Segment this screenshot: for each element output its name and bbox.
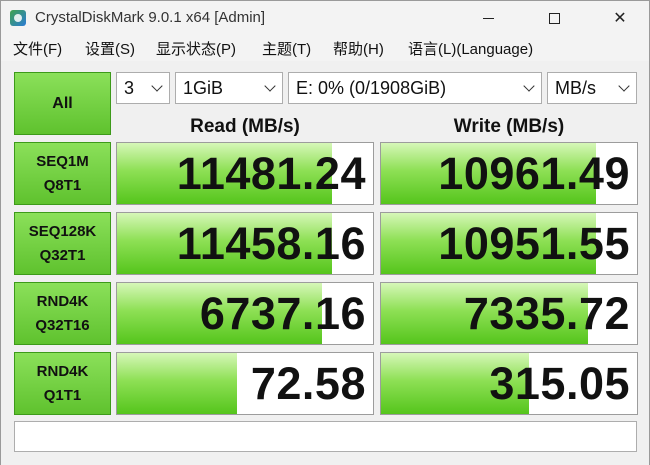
write-header: Write (MB/s) [453,116,565,137]
comment-field[interactable] [14,421,637,452]
drive-value: E: 0% (0/1908GiB) [296,77,447,98]
read-result-cell: 11481.24 [116,142,374,205]
title-bar: CrystalDiskMark 9.0.1 x64 [Admin] ✕ [1,1,649,35]
main-panel: All 3 1GiB E: 0% (0/1908GiB) MB/s Read (… [1,61,649,465]
read-result-value: 11458.16 [176,218,366,269]
test-params: Q1T1 [43,386,82,404]
window-title: CrystalDiskMark 9.0.1 x64 [Admin] [35,9,266,26]
close-icon: ✕ [613,8,627,27]
chevron-down-icon [614,73,636,103]
menu-display-status[interactable]: 显示状态(P) [156,38,236,59]
test-name: RND4K [36,292,89,310]
close-button[interactable]: ✕ [597,1,643,35]
read-result-cell: 11458.16 [116,212,374,275]
test-button-seq1m-q8t1[interactable]: SEQ1M Q8T1 [14,142,111,205]
read-result-value: 72.58 [250,358,366,409]
chevron-down-icon [519,73,541,103]
read-result-value: 11481.24 [176,148,366,199]
read-progress-fill [117,353,238,414]
minimize-icon [482,17,494,19]
write-result-value: 10961.49 [438,148,630,199]
disk-icon [10,10,26,26]
write-result-cell: 10961.49 [380,142,638,205]
chevron-down-icon [147,73,169,103]
menu-help[interactable]: 帮助(H) [333,38,384,59]
count-select[interactable]: 3 [116,72,170,104]
all-button[interactable]: All [14,72,111,135]
app-window: CrystalDiskMark 9.0.1 x64 [Admin] ✕ 文件(F… [0,0,650,465]
count-value: 3 [124,77,135,98]
test-params: Q32T16 [35,316,90,334]
write-result-value: 7335.72 [463,288,630,339]
write-result-value: 10951.55 [438,218,630,269]
menu-file[interactable]: 文件(F) [13,38,62,59]
test-button-rnd4k-q1t1[interactable]: RND4K Q1T1 [14,352,111,415]
chevron-down-icon [260,73,282,103]
test-button-seq128k-q32t1[interactable]: SEQ128K Q32T1 [14,212,111,275]
menu-settings[interactable]: 设置(S) [85,38,135,59]
test-params: Q32T1 [39,246,86,264]
test-name: SEQ128K [28,222,97,240]
read-result-cell: 6737.16 [116,282,374,345]
read-result-cell: 72.58 [116,352,374,415]
menu-bar: 文件(F) 设置(S) 显示状态(P) 主题(T) 帮助(H) 语言(L)(La… [1,35,649,61]
test-button-rnd4k-q32t16[interactable]: RND4K Q32T16 [14,282,111,345]
menu-language[interactable]: 语言(L)(Language) [408,38,533,59]
test-name: RND4K [36,362,89,380]
size-value: 1GiB [183,77,224,98]
drive-select[interactable]: E: 0% (0/1908GiB) [288,72,542,104]
read-result-value: 6737.16 [199,288,366,339]
maximize-button[interactable] [531,1,577,35]
unit-select[interactable]: MB/s [547,72,637,104]
read-header: Read (MB/s) [190,116,300,137]
write-result-cell: 7335.72 [380,282,638,345]
minimize-button[interactable] [465,1,511,35]
test-name: SEQ1M [36,152,89,170]
test-params: Q8T1 [43,176,82,194]
menu-theme[interactable]: 主题(T) [262,38,311,59]
write-result-cell: 315.05 [380,352,638,415]
size-select[interactable]: 1GiB [175,72,283,104]
write-result-cell: 10951.55 [380,212,638,275]
maximize-icon [548,12,560,24]
unit-value: MB/s [555,77,597,98]
write-result-value: 315.05 [489,358,630,409]
